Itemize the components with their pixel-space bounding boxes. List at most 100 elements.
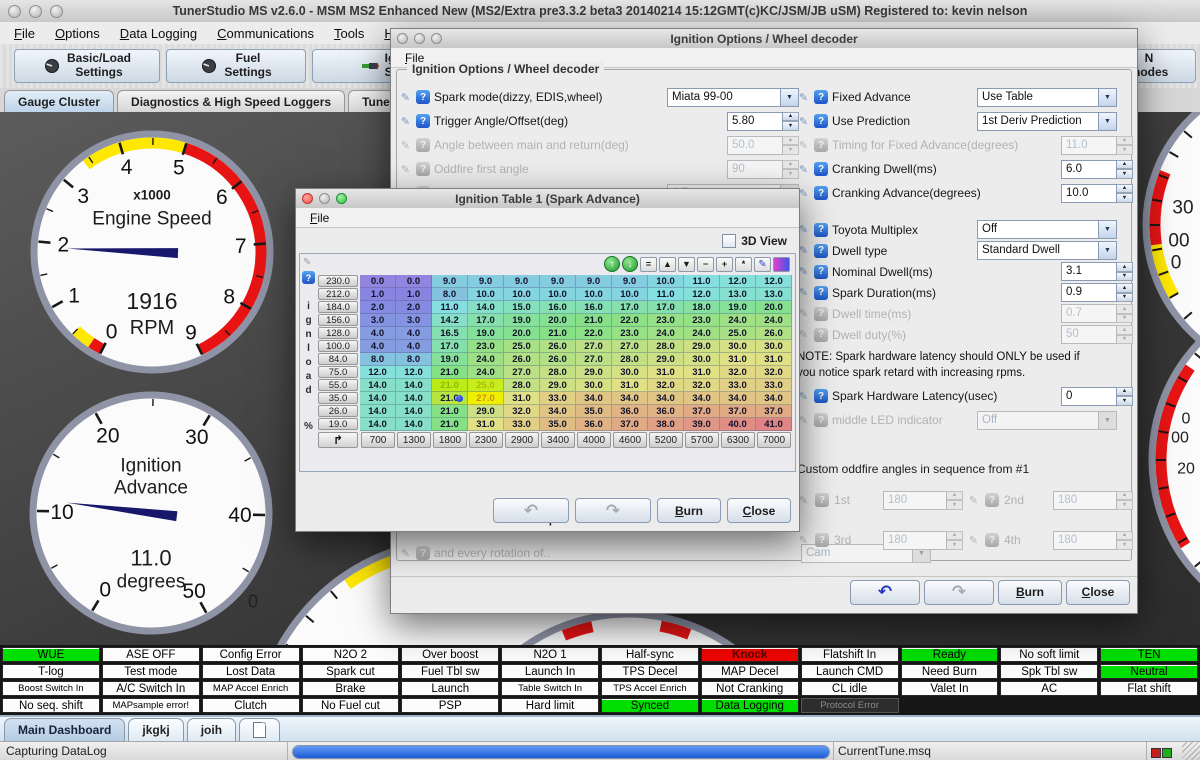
load-axis-button[interactable]: 230.0 [318, 275, 358, 287]
table-cell[interactable]: 13.0 [720, 288, 756, 301]
table-cell[interactable]: 14.0 [396, 379, 432, 392]
trigger-angle-offset-deg-spinner[interactable]: 5.80▲▼ [727, 112, 799, 131]
table-cell[interactable]: 12.0 [720, 275, 756, 288]
table-cell[interactable]: 20.0 [504, 327, 540, 340]
spinner-up-icon[interactable]: ▲ [1117, 283, 1133, 293]
table-cell[interactable]: 28.0 [540, 366, 576, 379]
table-cell[interactable]: 24.0 [720, 314, 756, 327]
load-axis-button[interactable]: 156.0 [318, 314, 358, 326]
menu-data-logging[interactable]: Data Logging [110, 24, 207, 43]
table-cell[interactable]: 35.0 [576, 405, 612, 418]
rpm-axis-button[interactable]: 1800 [433, 432, 467, 448]
table-cell[interactable]: 17.0 [612, 301, 648, 314]
help-icon[interactable]: ? [814, 307, 828, 321]
help-icon[interactable]: ? [814, 114, 828, 128]
table-cell[interactable]: 4.0 [360, 340, 396, 353]
rpm-axis-button[interactable]: 5700 [685, 432, 719, 448]
table-cell[interactable]: 32.0 [756, 366, 792, 379]
help-icon[interactable]: ? [302, 271, 315, 284]
table-cell[interactable]: 29.0 [576, 366, 612, 379]
cranking-advance-degrees-spinner[interactable]: 10.0▲▼ [1061, 184, 1133, 203]
table-cell[interactable]: 11.0 [684, 275, 720, 288]
spinner-up-icon[interactable]: ▲ [1117, 262, 1133, 272]
spinner-buttons[interactable]: ▲▼ [1117, 184, 1133, 203]
rpm-axis-button[interactable]: 3400 [541, 432, 575, 448]
table-cell[interactable]: 26.0 [540, 353, 576, 366]
table-cell[interactable]: 32.0 [684, 379, 720, 392]
menu-communications[interactable]: Communications [207, 24, 324, 43]
rpm-axis-button[interactable]: 7000 [757, 432, 791, 448]
menu-file[interactable]: File [304, 210, 335, 226]
table-cell[interactable]: 9.0 [504, 275, 540, 288]
help-icon[interactable]: ? [814, 138, 828, 152]
dashboard-tab-joih[interactable]: joih [187, 718, 236, 741]
spinner-buttons[interactable]: ▲▼ [1117, 387, 1133, 406]
help-icon[interactable]: ? [814, 389, 828, 403]
table-cell[interactable]: 16.0 [576, 301, 612, 314]
help-icon[interactable]: ? [814, 286, 828, 300]
edit-pencil-icon[interactable]: ✎ [754, 257, 771, 272]
close-button[interactable]: Close [727, 498, 791, 523]
spinner-value[interactable]: 10.0 [1061, 184, 1117, 203]
spinner-value[interactable]: 5.80 [727, 112, 783, 131]
menu-tools[interactable]: Tools [324, 24, 374, 43]
table-cell[interactable]: 1.0 [360, 288, 396, 301]
table-cell[interactable]: 1.0 [396, 288, 432, 301]
table-cell[interactable]: 33.0 [504, 418, 540, 431]
help-icon[interactable]: ? [814, 223, 828, 237]
table-cell[interactable]: 31.0 [504, 392, 540, 405]
table-cell[interactable]: 16.0 [540, 301, 576, 314]
cranking-dwell-ms-spinner[interactable]: 6.0▲▼ [1061, 160, 1133, 179]
table-cell[interactable]: 41.0 [756, 418, 792, 431]
help-icon[interactable]: ? [416, 138, 430, 152]
load-axis-button[interactable]: 128.0 [318, 327, 358, 339]
table-cell[interactable]: 36.0 [648, 405, 684, 418]
fixed-advance-select[interactable]: Use Table▼ [977, 88, 1117, 107]
table-cell[interactable]: 14.0 [396, 405, 432, 418]
table-cell[interactable]: 19.0 [504, 314, 540, 327]
dashboard-tab-main-dashboard[interactable]: Main Dashboard [4, 718, 125, 741]
redo-button[interactable]: ↷ [575, 498, 651, 523]
minimize-window-icon[interactable] [29, 5, 42, 18]
rpm-axis-button[interactable]: 700 [361, 432, 395, 448]
table-cell[interactable]: 17.0 [468, 314, 504, 327]
spinner-down-icon[interactable]: ▼ [1117, 193, 1133, 203]
table-cell[interactable]: 11.0 [432, 301, 468, 314]
table-cell[interactable]: 36.0 [576, 418, 612, 431]
table-cell[interactable]: 24.0 [684, 327, 720, 340]
table-cell[interactable]: 32.0 [720, 366, 756, 379]
load-axis-button[interactable]: 26.0 [318, 405, 358, 417]
table-cell[interactable]: 4.0 [396, 340, 432, 353]
rpm-axis-button[interactable]: 2300 [469, 432, 503, 448]
load-axis-button[interactable]: 19.0 [318, 418, 358, 430]
spinner-up-icon[interactable]: ▲ [1117, 387, 1133, 397]
table-cell[interactable]: 20.0 [540, 314, 576, 327]
table-cell[interactable]: 23.0 [684, 314, 720, 327]
dashboard-tab-jkgkj[interactable]: jkgkj [128, 718, 183, 741]
close-window-icon[interactable] [397, 33, 408, 44]
table-cell[interactable]: 27.0 [576, 340, 612, 353]
table-cell[interactable]: 9.0 [612, 275, 648, 288]
help-icon[interactable]: ? [416, 114, 430, 128]
minimize-window-icon[interactable] [414, 33, 425, 44]
table-cell[interactable]: 14.0 [360, 379, 396, 392]
rpm-axis-button[interactable]: 1300 [397, 432, 431, 448]
table-cell[interactable]: 10.0 [540, 288, 576, 301]
increment-icon[interactable]: ▲ [659, 257, 676, 272]
minimize-window-icon[interactable] [319, 193, 330, 204]
chevron-down-icon[interactable]: ▼ [1098, 89, 1116, 106]
new-dashboard-tab[interactable] [239, 718, 280, 741]
table-cell[interactable]: 14.0 [468, 301, 504, 314]
table-cell[interactable]: 31.0 [684, 366, 720, 379]
table-cell[interactable]: 12.0 [684, 288, 720, 301]
table-cell[interactable]: 25.0 [504, 340, 540, 353]
table-cell[interactable]: 27.0 [612, 340, 648, 353]
table-cell[interactable]: 34.0 [612, 392, 648, 405]
help-icon[interactable]: ? [814, 328, 828, 342]
shift-down-icon[interactable]: ↓ [622, 256, 638, 272]
zoom-window-icon[interactable] [336, 193, 347, 204]
help-icon[interactable]: ? [814, 265, 828, 279]
use-prediction-select[interactable]: 1st Deriv Prediction▼ [977, 112, 1117, 131]
table-cell[interactable]: 33.0 [756, 379, 792, 392]
spinner-up-icon[interactable]: ▲ [1117, 160, 1133, 170]
